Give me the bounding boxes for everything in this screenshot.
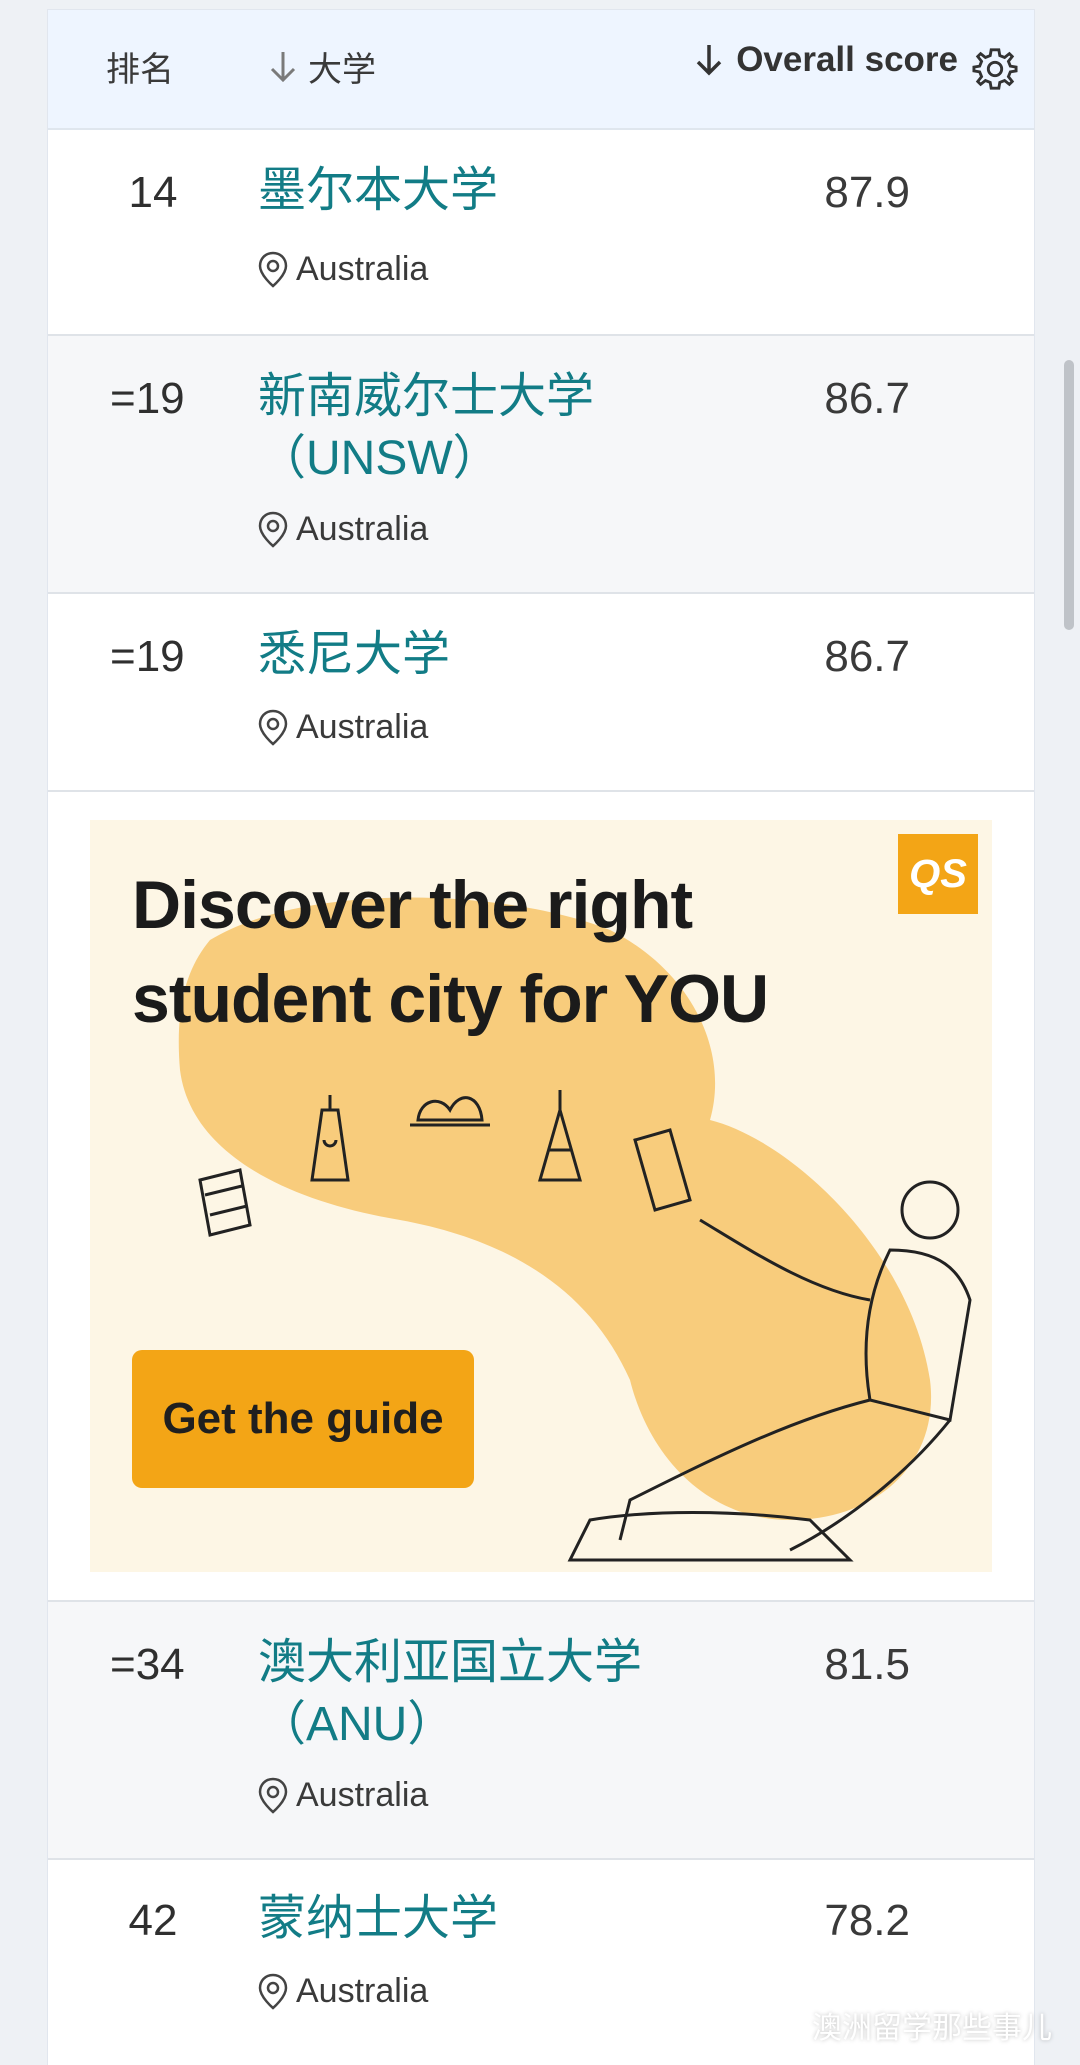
location: Australia xyxy=(258,708,428,747)
university-column-header[interactable]: 大学 xyxy=(268,42,376,91)
watermark: 澳洲留学那些事儿 xyxy=(764,2003,1052,2047)
university-name-line: 悉尼大学 xyxy=(258,628,451,681)
location: Australia xyxy=(258,1776,428,1815)
location: Australia xyxy=(258,1972,428,2011)
university-name[interactable]: 墨尔本大学 xyxy=(258,160,498,222)
overall-score-value: 81.5 xyxy=(824,1640,910,1689)
table-header: 排名 大学 Overall score xyxy=(48,10,1034,130)
country-label: Australia xyxy=(296,250,429,288)
university-name[interactable]: 悉尼大学 xyxy=(258,624,450,686)
get-the-guide-button[interactable]: Get the guide xyxy=(132,1350,474,1488)
ad-headline: Discover the right student city for YOU xyxy=(132,858,769,1046)
ad-headline-line: student city for YOU xyxy=(132,961,769,1037)
location-pin-icon xyxy=(258,1973,288,2010)
university-name-line: 墨尔本大学 xyxy=(258,164,499,217)
university-name-line: 澳大利亚国立大学 xyxy=(258,1636,643,1689)
university-name-line: 新南威尔士大学 xyxy=(258,370,595,423)
country-label: Australia xyxy=(296,708,429,746)
overall-score-value: 86.7 xyxy=(824,632,910,681)
rank-column-header[interactable]: 排名 xyxy=(106,42,174,91)
wechat-icon xyxy=(764,2010,804,2039)
rank-value: 42 xyxy=(128,1896,178,1945)
sort-arrow-icon xyxy=(696,45,722,76)
university-name-line: （ANU） xyxy=(258,1698,456,1751)
location-pin-icon xyxy=(258,1777,288,1814)
table-row[interactable]: 14 墨尔本大学 Australia 87.9 xyxy=(48,130,1034,336)
rank-value: 14 xyxy=(128,168,178,217)
overall-score-column-header[interactable]: Overall score xyxy=(694,40,958,80)
location: Australia xyxy=(258,510,428,549)
university-name-line: 蒙纳士大学 xyxy=(258,1892,499,1945)
table-row[interactable]: =34 澳大利亚国立大学 （ANU） Australia 81.5 xyxy=(48,1600,1034,1860)
qs-logo: QS xyxy=(898,834,978,914)
watermark-text: 澳洲留学那些事儿 xyxy=(812,2012,1052,2045)
university-name[interactable]: 新南威尔士大学 （UNSW） xyxy=(258,366,594,490)
country-label: Australia xyxy=(296,510,429,548)
ad-headline-line: Discover the right xyxy=(132,867,693,943)
rankings-table: 排名 大学 Overall score 14 墨尔本大学 Australia 8… xyxy=(48,10,1034,2065)
university-header-label: 大学 xyxy=(308,51,376,89)
overall-score-label: Overall score xyxy=(736,40,958,79)
location: Australia xyxy=(258,250,428,289)
ad-banner[interactable]: Discover the right student city for YOU … xyxy=(90,820,992,1572)
university-name[interactable]: 蒙纳士大学 xyxy=(258,1888,498,1950)
country-label: Australia xyxy=(296,1776,429,1814)
location-pin-icon xyxy=(258,251,288,288)
overall-score-value: 78.2 xyxy=(824,1896,910,1945)
settings-gear-icon[interactable] xyxy=(972,46,1018,92)
table-row[interactable]: =19 新南威尔士大学 （UNSW） Australia 86.7 xyxy=(48,336,1034,594)
scrollbar[interactable] xyxy=(1064,360,1074,630)
university-name-line: （UNSW） xyxy=(258,432,501,485)
country-label: Australia xyxy=(296,1972,429,2010)
overall-score-value: 86.7 xyxy=(824,374,910,423)
university-name[interactable]: 澳大利亚国立大学 （ANU） xyxy=(258,1632,642,1756)
location-pin-icon xyxy=(258,511,288,548)
location-pin-icon xyxy=(258,709,288,746)
table-row[interactable]: =19 悉尼大学 Australia 86.7 xyxy=(48,594,1034,792)
sort-arrow-icon xyxy=(270,51,296,82)
overall-score-value: 87.9 xyxy=(824,168,910,217)
